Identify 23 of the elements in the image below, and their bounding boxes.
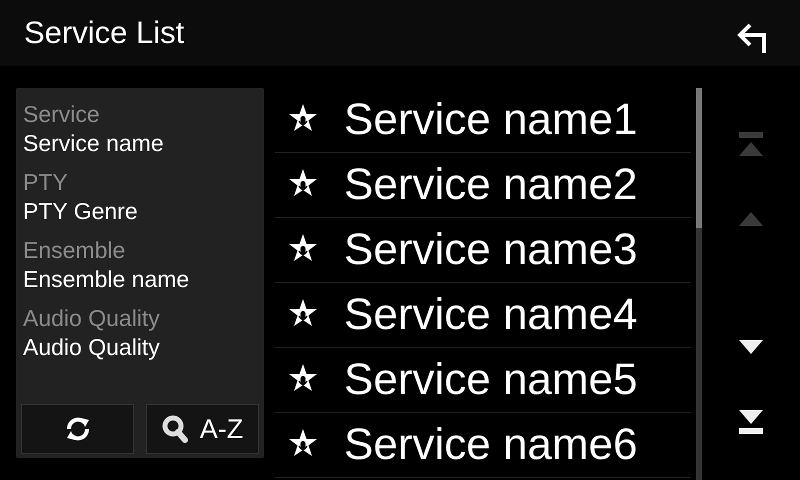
- service-item[interactable]: Service name2: [275, 153, 691, 218]
- scroll-up-icon: [738, 210, 764, 227]
- service-item[interactable]: Service name6: [275, 413, 691, 478]
- refresh-button[interactable]: [21, 404, 134, 454]
- scroll-bottom-icon: [738, 408, 764, 435]
- service-item[interactable]: Service name5: [275, 348, 691, 413]
- service-item[interactable]: Service name1: [275, 88, 691, 153]
- info-value: Ensemble name: [23, 265, 190, 294]
- search-icon: [162, 415, 188, 443]
- info-value: Audio Quality: [23, 333, 161, 362]
- scroll-top-icon: [738, 131, 764, 158]
- info-label: Ensemble: [23, 236, 126, 264]
- info-label: Audio Quality: [23, 304, 161, 332]
- info-label: PTY: [23, 168, 69, 196]
- service-item[interactable]: Service name3: [275, 218, 691, 283]
- service-item[interactable]: Service name4: [275, 283, 691, 348]
- info-value: Service name: [23, 129, 165, 158]
- search-button[interactable]: A-Z: [146, 404, 259, 454]
- info-label: Service: [23, 100, 101, 128]
- scroll-down-icon: [738, 339, 764, 356]
- scrollbar-thumb[interactable]: [696, 88, 702, 228]
- screen-title: Service List: [24, 15, 184, 51]
- info-value: PTY Genre: [23, 197, 139, 226]
